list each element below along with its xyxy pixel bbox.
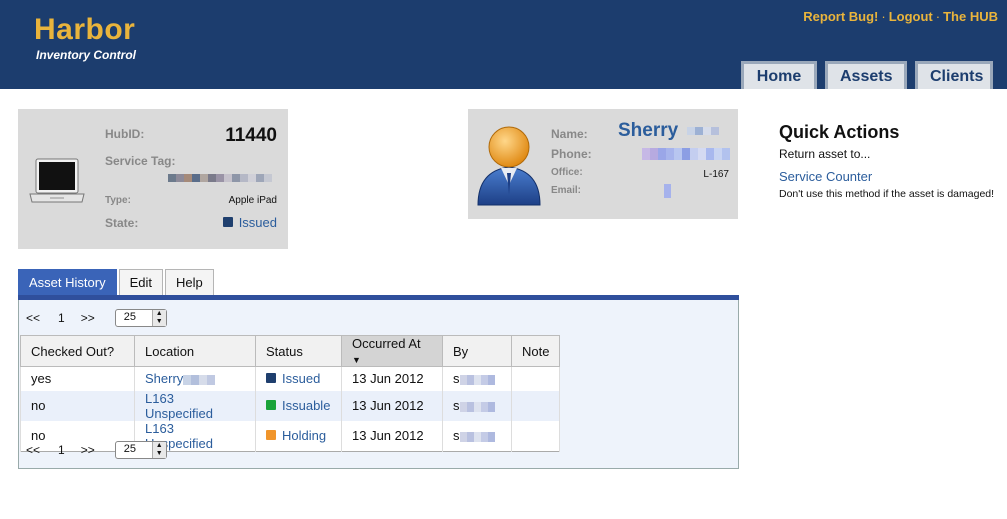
email-label: Email: (551, 185, 582, 196)
phone-value-redacted (642, 146, 730, 160)
status-color-swatch (266, 400, 276, 410)
state-text: Issued (238, 215, 277, 230)
state-value: Issued (222, 215, 277, 230)
history-tabs: Asset History Edit Help (18, 269, 216, 296)
per-page-select-bottom[interactable]: 25 ▲ ▼ (114, 441, 167, 459)
type-value: Apple iPad (228, 195, 277, 206)
quick-actions-panel: Quick Actions Return asset to... Service… (779, 122, 999, 202)
col-checked-out[interactable]: Checked Out? (20, 335, 135, 367)
col-status[interactable]: Status (255, 335, 342, 367)
brand-logo[interactable]: Harbor Inventory Control (34, 13, 137, 63)
cell-by: s (442, 390, 512, 421)
cell-occurred-at: 13 Jun 2012 (341, 366, 443, 391)
report-bug-link[interactable]: Report Bug! (803, 9, 878, 24)
assignee-name[interactable]: Sherry (618, 120, 720, 142)
pager-prev-button[interactable]: << (26, 311, 40, 325)
quick-actions-return-text: Return asset to... (779, 147, 871, 161)
sort-desc-icon: ▼ (352, 355, 361, 365)
asset-history-panel: << 1 >> 25 ▲ ▼ Checked Out? Location Stat… (18, 300, 739, 469)
top-links: Report Bug! · Logout · The HUB (803, 9, 998, 24)
status-color-swatch (266, 430, 276, 440)
nav-tab-assets[interactable]: Assets (825, 61, 907, 89)
redacted-username (459, 371, 495, 386)
cell-status[interactable]: Issuable (255, 390, 342, 421)
cell-location[interactable]: Sherry (134, 366, 256, 391)
cell-status[interactable]: Holding (255, 420, 342, 451)
quick-actions-title: Quick Actions (779, 122, 900, 142)
laptop-icon (29, 158, 85, 203)
pager-current-page-bottom: 1 (58, 443, 65, 457)
pager-next-button-bottom[interactable]: >> (81, 443, 95, 457)
col-by[interactable]: By (442, 335, 512, 367)
col-location[interactable]: Location (134, 335, 256, 367)
cell-occurred-at: 13 Jun 2012 (341, 390, 443, 421)
select-arrows-icon: ▲ ▼ (151, 310, 166, 326)
app-header: Harbor Inventory Control Report Bug! · Log… (0, 0, 1007, 89)
phone-label: Phone: (551, 147, 592, 161)
office-value: L-167 (703, 169, 729, 180)
service-tag-value-redacted (168, 170, 272, 184)
tab-help[interactable]: Help (164, 269, 214, 296)
cell-location[interactable]: L163 Unspecified (134, 390, 256, 421)
cell-by: s (442, 366, 512, 391)
type-label: Type: (105, 195, 131, 206)
cell-note (510, 366, 561, 391)
the-hub-link[interactable]: The HUB (943, 9, 998, 24)
select-arrows-icon: ▲ ▼ (151, 442, 166, 458)
name-label: Name: (551, 127, 588, 141)
service-tag-label: Service Tag: (105, 154, 176, 168)
hubid-label: HubID: (105, 127, 145, 141)
tab-edit[interactable]: Edit (118, 269, 163, 296)
pager-prev-button-bottom[interactable]: << (26, 443, 40, 457)
tab-asset-history[interactable]: Asset History (18, 269, 117, 296)
asset-history-table: Checked Out? Location Status Occurred At… (20, 335, 561, 452)
service-counter-link[interactable]: Service Counter (779, 169, 999, 184)
cell-note (510, 390, 561, 421)
pager-current-page: 1 (58, 311, 65, 325)
quick-actions-note: Don't use this method if the asset is da… (779, 188, 995, 200)
table-row[interactable]: no L163 Unspecified Issuable 13 Jun 2012 s (20, 390, 561, 421)
redacted-username (459, 428, 495, 443)
office-label: Office: (551, 167, 583, 178)
col-note[interactable]: Note (510, 335, 561, 367)
state-color-swatch (222, 217, 233, 227)
cell-status[interactable]: Issued (255, 366, 342, 391)
user-avatar-icon (477, 126, 541, 206)
app-subtitle: Inventory Control (36, 48, 137, 62)
email-value-redacted (664, 183, 671, 198)
cell-occurred-at: 13 Jun 2012 (341, 420, 443, 451)
assignee-card: Name: Sherry Phone: Office: L-167 Email: (468, 109, 738, 219)
redacted-surname (183, 371, 216, 386)
cell-checked-out: no (20, 390, 135, 421)
nav-tab-home[interactable]: Home (741, 61, 817, 89)
per-page-select[interactable]: 25 ▲ ▼ (114, 309, 167, 327)
nav-tab-clients[interactable]: Clients (915, 61, 993, 89)
redacted-username (459, 398, 495, 413)
asset-summary-card: HubID: 11440 Service Tag: Type: Apple iP… (18, 109, 288, 249)
pager-top: << 1 >> 25 ▲ ▼ (26, 309, 167, 327)
pager-next-button[interactable]: >> (81, 311, 95, 325)
hubid-value: 11440 (225, 125, 277, 146)
cell-checked-out: yes (20, 366, 135, 391)
cell-note (510, 420, 561, 451)
cell-by: s (442, 420, 512, 451)
col-occurred-at[interactable]: Occurred At ▼ (341, 335, 443, 367)
main-nav: Home Assets Clients (741, 61, 993, 89)
table-row[interactable]: yes Sherry Issued 13 Jun 2012 s (20, 366, 561, 391)
app-title: Harbor (34, 13, 136, 46)
status-color-swatch (266, 373, 276, 384)
pager-bottom: << 1 >> 25 ▲ ▼ (26, 441, 167, 459)
state-label: State: (105, 216, 139, 230)
logout-link[interactable]: Logout (889, 9, 933, 24)
